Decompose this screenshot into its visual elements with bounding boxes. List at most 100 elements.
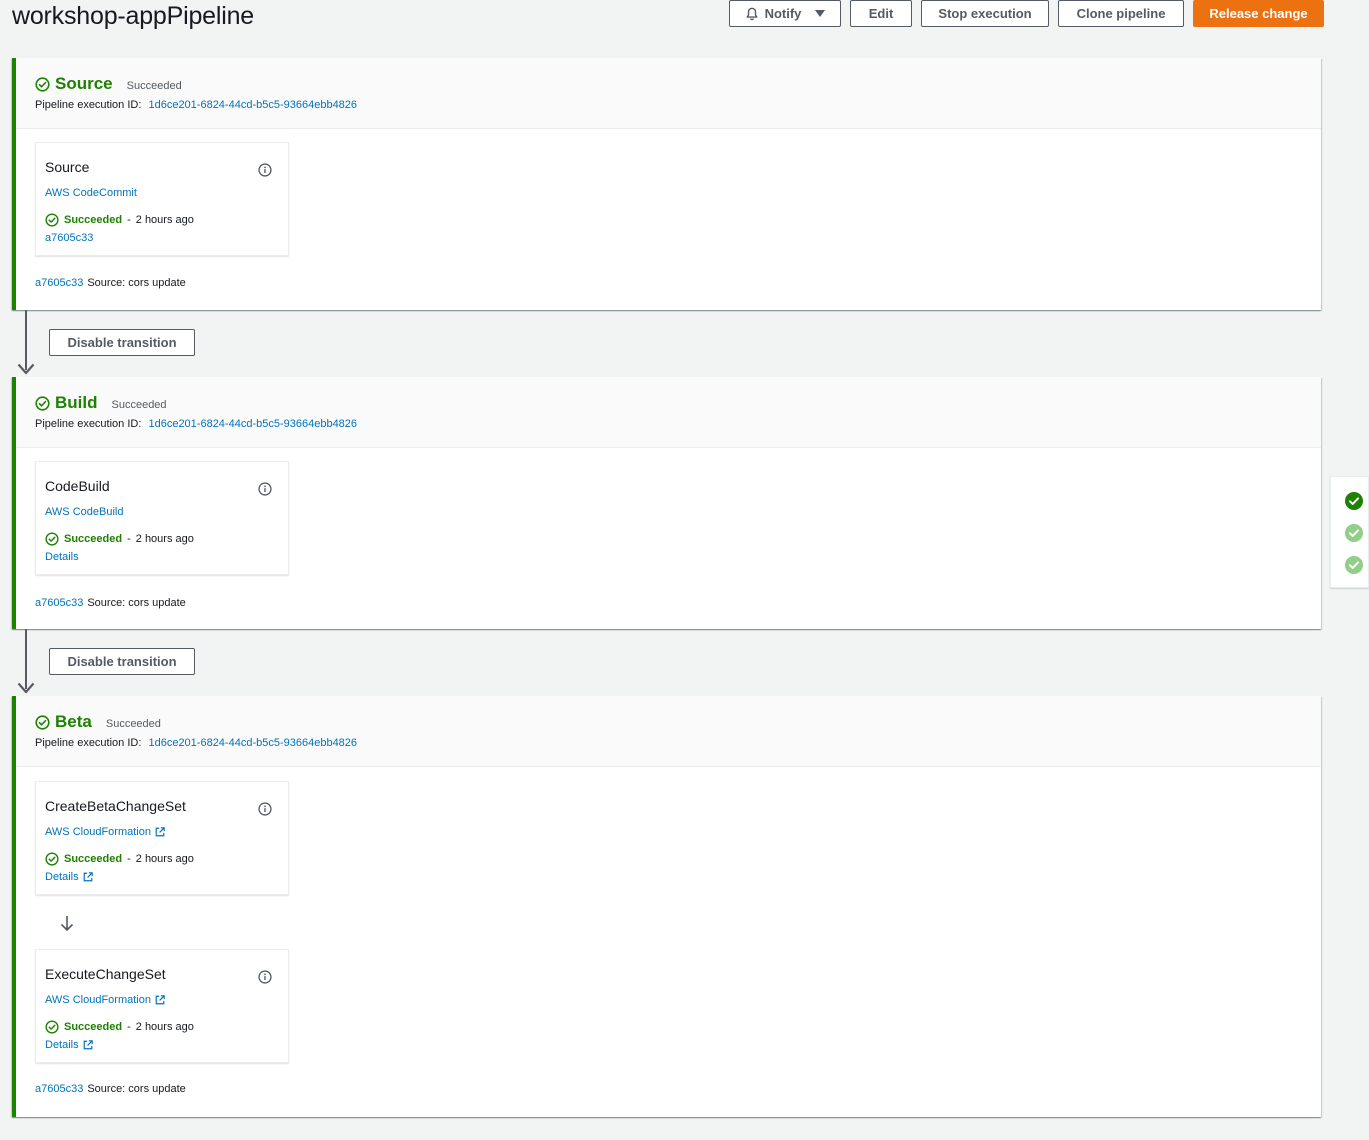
status-separator: - [127,214,131,226]
transition-line [25,629,27,689]
info-icon[interactable] [258,802,272,816]
status-text: Succeeded [64,1021,123,1033]
provider-label: AWS CloudFormation [45,826,151,838]
action-card-execute-changeset: ExecuteChangeSet AWS CloudFormation Succ… [35,949,289,1063]
footer-commit-link[interactable]: a7605c33 [35,1083,83,1095]
action-provider-link[interactable]: AWS CloudFormation [45,826,165,838]
provider-label: AWS CodeBuild [45,506,124,518]
stage-status: Succeeded [105,717,161,730]
execution-id-label: Pipeline execution ID: [35,737,142,749]
execution-id-link[interactable]: 1d6ce201-6824-44cd-b5c5-93664ebb4826 [148,99,357,111]
status-time: 2 hours ago [135,853,194,865]
footer-commit-link[interactable]: a7605c33 [35,277,83,289]
action-name: ExecuteChangeSet [45,966,166,982]
execution-id-link[interactable]: 1d6ce201-6824-44cd-b5c5-93664ebb4826 [148,418,357,430]
caret-down-icon [815,9,826,17]
edit-button[interactable]: Edit [850,0,912,27]
action-status: Succeeded - 2 hours ago [45,1020,194,1034]
success-check-icon [35,395,50,411]
success-check-icon [45,213,59,227]
stage-footer: a7605c33 Source: cors update [35,1083,186,1095]
page-toolbar: Notify Edit Stop execution Clone pipelin… [0,0,1369,27]
stage-name: Build [55,393,98,412]
status-text: Succeeded [64,214,123,226]
stage-footer: a7605c33 Source: cors update [35,277,186,289]
status-separator: - [127,1021,131,1033]
status-time: 2 hours ago [135,214,194,226]
stop-execution-button[interactable]: Stop execution [921,0,1049,27]
action-status: Succeeded - 2 hours ago [45,852,194,866]
action-card-codebuild: CodeBuild AWS CodeBuild Succeeded - 2 ho… [35,461,289,575]
arrow-down-icon [60,916,74,932]
action-status: Succeeded - 2 hours ago [45,532,194,546]
stage-status: Succeeded [126,79,182,92]
footer-message: Source: cors update [87,1083,186,1095]
stage-header: Build Succeeded Pipeline execution ID: 1… [16,377,1321,448]
stage-complete-icon[interactable] [1345,556,1363,574]
action-name: CreateBetaChangeSet [45,798,186,814]
execution-id-row: Pipeline execution ID: 1d6ce201-6824-44c… [35,418,357,430]
notify-label: Notify [764,6,802,21]
external-link-icon [155,995,165,1005]
details-label: Details [45,871,79,883]
footer-message: Source: cors update [87,597,186,609]
action-provider-link[interactable]: AWS CodeCommit [45,187,137,199]
provider-label: AWS CloudFormation [45,994,151,1006]
footer-commit-link[interactable]: a7605c33 [35,597,83,609]
action-name: Source [45,159,90,175]
success-check-icon [45,1020,59,1034]
details-link[interactable]: Details [45,1039,93,1051]
action-status: Succeeded - 2 hours ago [45,213,194,227]
stage-complete-icon[interactable] [1345,524,1363,542]
action-provider-link[interactable]: AWS CodeBuild [45,506,123,518]
execution-id-row: Pipeline execution ID: 1d6ce201-6824-44c… [35,99,357,111]
external-link-icon [155,827,165,837]
success-check-icon [35,76,50,92]
stage-complete-icon[interactable] [1345,492,1363,510]
disable-transition-button[interactable]: Disable transition [49,329,195,356]
bell-icon [746,7,758,20]
info-icon[interactable] [258,163,272,177]
info-icon[interactable] [258,482,272,496]
action-provider-link[interactable]: AWS CloudFormation [45,994,165,1006]
clone-pipeline-button[interactable]: Clone pipeline [1058,0,1184,27]
status-time: 2 hours ago [135,1021,194,1033]
details-label: Details [45,551,79,563]
commit-link-label: a7605c33 [45,232,94,244]
info-icon[interactable] [258,970,272,984]
stage-header: Source Succeeded Pipeline execution ID: … [16,58,1321,129]
status-time: 2 hours ago [135,533,194,545]
success-check-icon [35,714,50,730]
stage-navigator [1330,476,1369,588]
action-name: CodeBuild [45,478,110,494]
transition-line [25,310,27,370]
status-text: Succeeded [64,853,123,865]
details-link[interactable]: Details [45,871,93,883]
external-link-icon [83,872,93,882]
transition-build-beta: Disable transition [12,629,412,696]
status-separator: - [127,853,131,865]
stage-status: Succeeded [111,398,167,411]
action-card-source: Source AWS CodeCommit Succeeded - 2 hour… [35,142,289,256]
details-label: Details [45,1039,79,1051]
footer-message: Source: cors update [87,277,186,289]
commit-link[interactable]: a7605c33 [45,232,93,244]
stage-source: Source Succeeded Pipeline execution ID: … [12,58,1321,310]
disable-transition-button[interactable]: Disable transition [49,648,195,675]
external-link-icon [83,1040,93,1050]
execution-id-label: Pipeline execution ID: [35,418,142,430]
success-check-icon [45,852,59,866]
stage-beta: Beta Succeeded Pipeline execution ID: 1d… [12,696,1321,1117]
arrow-down-icon [17,682,35,694]
status-text: Succeeded [64,533,123,545]
details-link[interactable]: Details [45,551,79,563]
execution-id-link[interactable]: 1d6ce201-6824-44cd-b5c5-93664ebb4826 [148,737,357,749]
release-change-button[interactable]: Release change [1193,0,1324,27]
action-card-create-beta-changeset: CreateBetaChangeSet AWS CloudFormation S… [35,781,289,895]
execution-id-label: Pipeline execution ID: [35,99,142,111]
arrow-down-icon [17,363,35,375]
stage-name: Source [55,74,113,93]
status-separator: - [127,533,131,545]
notify-button[interactable]: Notify [729,0,841,27]
provider-label: AWS CodeCommit [45,187,137,199]
